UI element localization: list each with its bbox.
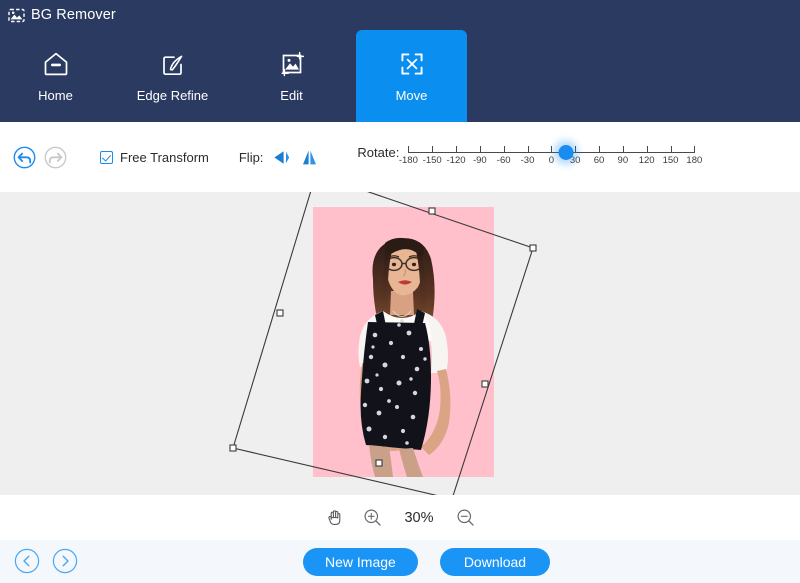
zoom-level-value: 30% (404, 509, 434, 526)
rotate-tick (503, 146, 505, 153)
rotate-tick-label: 180 (686, 155, 703, 166)
bg-remover-app: BG Remover Home Edge Refine Edit Move Fr… (0, 0, 800, 583)
flip-horizontal-icon[interactable] (272, 148, 291, 167)
nav-item-edge-refine[interactable]: Edge Refine (117, 30, 228, 122)
rotate-tick-label: -180 (398, 155, 418, 166)
subject-image[interactable] (313, 207, 494, 477)
hand-icon[interactable] (325, 508, 344, 527)
nav-label-move: Move (395, 87, 428, 103)
rotate-tick (622, 146, 624, 153)
rotate-tick-label: 0 (548, 155, 554, 166)
free-transform-toggle[interactable]: Free Transform (100, 150, 209, 165)
rotate-tick (670, 146, 672, 153)
redo-arrow-icon[interactable] (44, 146, 67, 169)
rotate-tick-label: 60 (593, 155, 605, 166)
app-title: BG Remover (31, 7, 116, 23)
rotate-tick-label: 90 (617, 155, 629, 166)
download-button[interactable]: Download (439, 548, 551, 576)
main-nav: Home Edge Refine Edit Move (0, 30, 800, 122)
nav-label-home: Home (38, 87, 73, 103)
nav-label-edge-refine: Edge Refine (136, 87, 209, 103)
nav-item-move[interactable]: Move (356, 30, 467, 122)
rotate-tick (694, 146, 696, 153)
home-icon (42, 50, 70, 78)
footer-actions: New Image Download (303, 548, 551, 576)
rotate-tick-label: -30 (520, 155, 535, 166)
flip-label: Flip: (238, 149, 264, 165)
pager (14, 548, 78, 574)
history-controls (13, 146, 67, 169)
app-header: BG Remover Home Edge Refine Edit Move (0, 0, 800, 122)
zoom-toolbar: 30% (0, 495, 800, 540)
rotate-tick (575, 146, 577, 153)
rotate-tick (599, 146, 600, 153)
rotate-controls: Rotate: -180 -150 -120 -90 -60 -30 0 30 60 90 120 1… (357, 140, 702, 174)
rotate-label: Rotate: (357, 145, 400, 160)
free-transform-checkbox[interactable] (100, 150, 113, 164)
rotate-tick (432, 146, 434, 153)
nav-item-edit[interactable]: Edit (236, 30, 347, 122)
rotate-tick (479, 146, 481, 153)
transform-toolbar: Free Transform Flip: Rotate: -180-150 -1… (0, 122, 800, 193)
rotate-slider[interactable]: -180 -150 -120 -90 -60 -30 0 30 60 90 120 150 180 (399, 140, 702, 174)
app-footer: New Image Download (0, 540, 800, 583)
move-arrows-icon (398, 50, 426, 78)
rotate-tick (408, 146, 410, 153)
undo-arrow-icon[interactable] (13, 146, 36, 169)
handle-left-center (276, 309, 284, 317)
handle-top-right (529, 244, 537, 252)
rotate-tick-label: 120 (638, 155, 655, 166)
new-image-button[interactable]: New Image (303, 548, 418, 576)
subject-artwork (313, 207, 494, 477)
rotate-tick-label: -150 (422, 155, 442, 166)
nav-item-home[interactable]: Home (0, 30, 111, 122)
rotate-slider-handle[interactable] (558, 145, 574, 160)
rotate-tick-label: 150 (662, 155, 679, 166)
rotate-tick (551, 146, 553, 153)
rotate-tick-label: -90 (472, 155, 487, 166)
chevron-left-icon[interactable] (14, 548, 40, 574)
nav-label-edit: Edit (280, 87, 303, 103)
rotate-tick (456, 146, 457, 153)
rotate-tick (646, 146, 648, 153)
zoom-out-icon[interactable] (456, 508, 475, 527)
rotate-tick (527, 146, 529, 153)
image-crop-icon (278, 50, 306, 78)
flip-controls: Flip: (239, 148, 320, 167)
rotate-tick-label: -60 (496, 155, 511, 166)
rotate-tick-label: -120 (446, 155, 466, 166)
editor-canvas[interactable] (0, 192, 800, 495)
pen-edit-icon (159, 50, 187, 78)
zoom-in-icon[interactable] (363, 508, 382, 527)
flip-vertical-icon[interactable] (300, 148, 319, 167)
image-photo-icon (8, 7, 25, 24)
chevron-right-icon[interactable] (52, 548, 78, 574)
free-transform-label: Free Transform (120, 149, 209, 165)
handle-bottom-left (229, 444, 237, 452)
brand: BG Remover (8, 4, 116, 26)
